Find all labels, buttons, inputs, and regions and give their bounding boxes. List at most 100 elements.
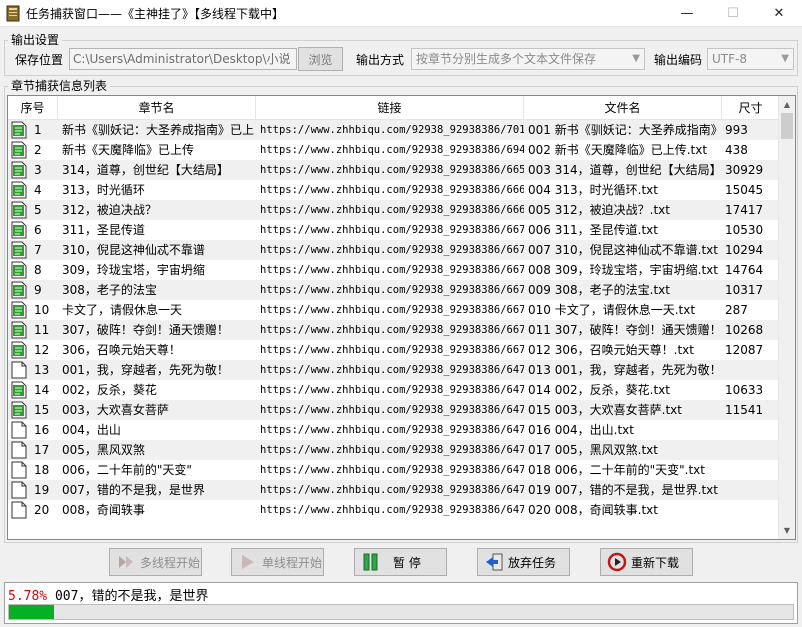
row-index: 17 [34, 443, 50, 457]
row-filename: 008 309，玲珑宝塔，宇宙坍缩.txt [528, 263, 718, 277]
row-link: https://www.zhhbiqu.com/92938_92938386/6… [260, 384, 524, 396]
table-row[interactable]: 1 新书《驯妖记：大圣养成指南》已上 https://www.zhhbiqu.com… [8, 120, 780, 140]
table-row[interactable]: 11 307，破阵！夺剑！通天馈赠！ https://www.zhhbiqu.com… [8, 320, 780, 340]
row-chapter-name: 002，反杀，葵花 [62, 383, 157, 397]
redownload-label: 重新下载 [631, 555, 680, 570]
row-size: 11541 [725, 403, 764, 417]
status-panel: 5.78% 007，错的不是我，是世界 [4, 582, 798, 624]
row-link: https://www.zhhbiqu.com/92938_92938386/6… [260, 504, 524, 516]
chevron-down-icon: ▼ [632, 53, 640, 64]
row-index: 2 [34, 143, 42, 157]
table-row[interactable]: 18 006，二十年前的"天变" https://www.zhhbiqu.com/9… [8, 460, 780, 480]
row-chapter-name: 新书《天魔降临》已上传 [62, 143, 195, 157]
row-link: https://www.zhhbiqu.com/92938_92938386/6… [260, 304, 524, 316]
table-row[interactable]: 8 309，玲珑宝塔，宇宙坍缩 https://www.zhhbiqu.com/92… [8, 260, 780, 280]
row-chapter-name: 008，奇闻轶事 [62, 503, 145, 517]
chapter-table[interactable]: 序号 章节名 链接 文件名 尺寸 1 新书《驯妖记：大圣养成指南》已上 https:… [7, 95, 796, 540]
scroll-up-arrow-icon[interactable]: ▲ [779, 96, 795, 113]
progress-bar [8, 604, 794, 620]
browse-button[interactable]: 浏览 [298, 47, 343, 71]
column-header-link[interactable]: 链接 [256, 96, 524, 120]
vertical-scrollbar[interactable]: ▲ ▼ [778, 96, 795, 539]
single-thread-start-button[interactable]: 单线程开始 [231, 548, 324, 576]
table-row[interactable]: 9 308，老子的法宝 https://www.zhhbiqu.com/92938_… [8, 280, 780, 300]
column-header-chapter-name[interactable]: 章节名 [58, 96, 256, 120]
progress-percent: 5.78% [8, 589, 48, 604]
redownload-button[interactable]: 重新下载 [600, 548, 693, 576]
document-done-icon [11, 221, 27, 239]
row-size: 287 [725, 303, 748, 317]
table-row[interactable]: 10 卡文了，请假休息一天 https://www.zhhbiqu.com/9293… [8, 300, 780, 320]
output-mode-label: 输出方式 [356, 53, 405, 67]
row-chapter-name: 004，出山 [62, 423, 121, 437]
row-filename: 004 313，时光循环.txt [528, 183, 658, 197]
row-size: 17417 [725, 203, 764, 217]
table-row[interactable]: 17 005，黑风双煞 https://www.zhhbiqu.com/92938_… [8, 440, 780, 460]
pause-button[interactable]: 暂 停 [354, 548, 447, 576]
document-icon [11, 501, 27, 519]
row-size: 10633 [725, 383, 764, 397]
row-index: 9 [34, 283, 42, 297]
column-header-index[interactable]: 序号 [8, 96, 58, 120]
row-chapter-name: 307，破阵！夺剑！通天馈赠！ [62, 323, 229, 337]
table-row[interactable]: 6 311，圣昆传道 https://www.zhhbiqu.com/92938_9… [8, 220, 780, 240]
output-mode-select[interactable]: 按章节分别生成多个文本文件保存 ▼ [411, 48, 645, 70]
table-row[interactable]: 7 310，倪昆这神仙忒不靠谱 https://www.zhhbiqu.com/92… [8, 240, 780, 260]
exit-arrow-icon [486, 553, 503, 571]
row-chapter-name: 306，召唤元始天尊！ [62, 343, 181, 357]
row-size: 10268 [725, 323, 764, 337]
row-size: 10294 [725, 243, 764, 257]
row-filename: 019 007，错的不是我，是世界.txt [528, 483, 718, 497]
row-chapter-name: 006，二十年前的"天变" [62, 463, 192, 477]
row-index: 12 [34, 343, 50, 357]
row-link: https://www.zhhbiqu.com/92938_92938386/6… [260, 264, 524, 276]
progress-bar-fill [9, 605, 55, 619]
row-index: 14 [34, 383, 50, 397]
table-row[interactable]: 4 313，时光循环 https://www.zhhbiqu.com/92938_9… [8, 180, 780, 200]
row-index: 16 [34, 423, 50, 437]
scrollbar-thumb[interactable] [781, 113, 793, 139]
row-link: https://www.zhhbiqu.com/92938_92938386/6… [260, 284, 524, 296]
table-row[interactable]: 20 008，奇闻轶事 https://www.zhhbiqu.com/92938_… [8, 500, 780, 520]
multi-thread-start-label: 多线程开始 [140, 555, 201, 570]
single-thread-start-label: 单线程开始 [262, 555, 323, 570]
close-button[interactable]: ✕ [756, 0, 802, 27]
scroll-down-arrow-icon[interactable]: ▼ [779, 522, 795, 539]
document-done-icon [11, 141, 27, 159]
multi-thread-start-button[interactable]: 多线程开始 [109, 548, 202, 576]
row-filename: 011 307，破阵！夺剑！通天馈赠！ [528, 323, 722, 337]
table-row[interactable]: 15 003，大欢喜女菩萨 https://www.zhhbiqu.com/9293… [8, 400, 780, 420]
encoding-select[interactable]: UTF-8 ▼ [707, 48, 794, 70]
abandon-task-button[interactable]: 放弃任务 [477, 548, 570, 576]
row-link: https://www.zhhbiqu.com/92938_92938386/6… [260, 224, 524, 236]
table-row[interactable]: 2 新书《天魔降临》已上传 https://www.zhhbiqu.com/9293… [8, 140, 780, 160]
table-row[interactable]: 12 306，召唤元始天尊！ https://www.zhhbiqu.com/929… [8, 340, 780, 360]
row-link: https://www.zhhbiqu.com/92938_92938386/6… [260, 364, 524, 376]
row-size [725, 440, 780, 460]
row-filename: 010 卡文了，请假休息一天.txt [528, 303, 696, 317]
table-row[interactable]: 16 004，出山 https://www.zhhbiqu.com/92938_92… [8, 420, 780, 440]
table-row[interactable]: 3 314，道尊，创世纪【大结局】 https://www.zhhbiqu.com/… [8, 160, 780, 180]
row-size [725, 480, 780, 500]
table-row[interactable]: 19 007，错的不是我，是世界 https://www.zhhbiqu.com/9… [8, 480, 780, 500]
minimize-button[interactable]: — [664, 0, 710, 27]
row-chapter-name: 新书《驯妖记：大圣养成指南》已上 [62, 123, 255, 137]
table-row[interactable]: 13 001，我，穿越者，先死为敬！ https://www.zhhbiqu.com… [8, 360, 780, 380]
row-index: 13 [34, 363, 50, 377]
document-done-icon [11, 241, 27, 259]
row-size [725, 460, 780, 480]
column-header-size[interactable]: 尺寸 [722, 96, 780, 120]
document-icon [11, 441, 27, 459]
save-location-input[interactable]: C:\Users\Administrator\Desktop\小说 [69, 48, 297, 70]
row-filename: 016 004，出山.txt [528, 423, 634, 437]
column-header-filename[interactable]: 文件名 [524, 96, 722, 120]
row-filename: 018 006，二十年前的"天变".txt [528, 463, 705, 477]
row-index: 19 [34, 483, 50, 497]
row-chapter-name: 卡文了，请假休息一天 [62, 303, 183, 317]
table-row[interactable]: 14 002，反杀，葵花 https://www.zhhbiqu.com/92938… [8, 380, 780, 400]
document-done-icon [11, 381, 27, 399]
row-link: https://www.zhhbiqu.com/92938_92938386/7… [260, 124, 524, 136]
row-link: https://www.zhhbiqu.com/92938_92938386/6… [260, 144, 524, 156]
row-index: 6 [34, 223, 42, 237]
table-row[interactable]: 5 312，被迫决战？ https://www.zhhbiqu.com/92938_… [8, 200, 780, 220]
